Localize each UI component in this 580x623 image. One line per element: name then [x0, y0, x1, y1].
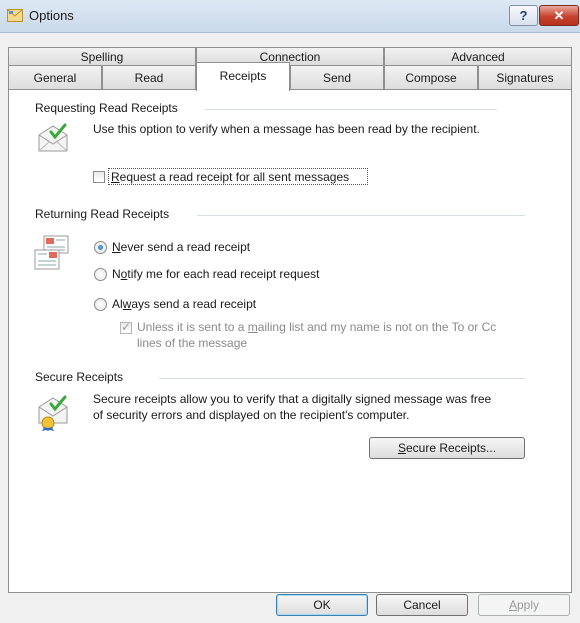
request-receipt-checkbox[interactable]: [93, 171, 105, 183]
apply-button[interactable]: Apply: [478, 594, 570, 616]
tab-label: Read: [134, 71, 164, 85]
notify-me-label[interactable]: Notify me for each read receipt request: [112, 267, 319, 281]
envelope-check-icon: [38, 123, 68, 152]
tab-label: Send: [322, 71, 352, 85]
label-pre: Al: [112, 297, 123, 311]
tab-send[interactable]: Send: [290, 65, 384, 90]
tab-label: Advanced: [451, 50, 505, 64]
requesting-divider: [205, 109, 497, 110]
secure-divider: [159, 378, 525, 379]
ok-button[interactable]: OK: [276, 594, 368, 616]
label-rest: ailing list and my name is not on the To…: [257, 320, 497, 334]
tab-label: Receipts: [219, 69, 267, 83]
cancel-button[interactable]: Cancel: [376, 594, 468, 616]
never-send-radio[interactable]: [94, 241, 107, 254]
read-receipts-icon: [34, 235, 69, 270]
options-app-icon: [7, 9, 23, 22]
focus-rectangle: [108, 168, 368, 185]
returning-divider: [197, 215, 525, 216]
requesting-description: Use this option to verify when a message…: [93, 122, 480, 136]
access-key: m: [247, 320, 258, 334]
button-label-rest: ecure Receipts...: [405, 441, 497, 455]
receipts-panel: Requesting Read Receipts Use this option…: [8, 89, 572, 593]
returning-heading: Returning Read Receipts: [35, 207, 174, 221]
label-rest: tify me for each read receipt request: [127, 267, 320, 281]
tab-label: Signatures: [496, 71, 554, 85]
secure-description-line2: of security errors and displayed on the …: [93, 408, 410, 422]
tab-label: Spelling: [80, 50, 124, 64]
always-send-radio[interactable]: [94, 298, 107, 311]
mailing-list-exception-checkbox[interactable]: [120, 320, 132, 334]
help-button[interactable]: ?: [509, 5, 538, 26]
tab-compose[interactable]: Compose: [384, 65, 478, 90]
secure-receipts-button[interactable]: Secure Receipts...: [369, 437, 525, 459]
always-send-label[interactable]: Always send a read receipt: [112, 297, 256, 311]
label-pre: Unless it is sent to a: [137, 320, 248, 334]
tab-read[interactable]: Read: [102, 65, 196, 90]
secure-receipt-icon: [38, 395, 68, 431]
tab-general[interactable]: General: [8, 65, 102, 90]
access-key: S: [397, 441, 406, 455]
close-button[interactable]: ✕: [539, 5, 579, 26]
tab-advanced[interactable]: Advanced: [384, 47, 572, 65]
label-rest: ever send a read receipt: [120, 240, 251, 254]
tab-spelling[interactable]: Spelling: [8, 47, 196, 65]
access-key: N: [112, 240, 121, 254]
tab-receipts[interactable]: Receipts: [196, 62, 290, 91]
mailing-list-exception-label-line2: lines of the message: [137, 336, 248, 350]
button-label-rest: pply: [517, 598, 540, 612]
never-send-label[interactable]: Never send a read receipt: [112, 240, 250, 254]
requesting-heading: Requesting Read Receipts: [35, 101, 182, 115]
window-title: Options: [29, 8, 74, 23]
secure-description-line1: Secure receipts allow you to verify that…: [93, 392, 492, 406]
tab-label: Compose: [405, 71, 457, 85]
label-rest: ays send a read receipt: [131, 297, 257, 311]
notify-me-radio[interactable]: [94, 268, 107, 281]
title-bar: Options ? ✕: [0, 0, 580, 33]
label-pre: N: [112, 267, 121, 281]
dialog-body: Spelling Connection Advanced General Rea…: [0, 33, 580, 623]
access-key: A: [508, 598, 517, 612]
secure-heading: Secure Receipts: [35, 370, 128, 384]
tab-label: General: [33, 71, 77, 85]
tab-signatures[interactable]: Signatures: [478, 65, 572, 90]
mailing-list-exception-label-line1: Unless it is sent to a mailing list and …: [137, 320, 496, 334]
